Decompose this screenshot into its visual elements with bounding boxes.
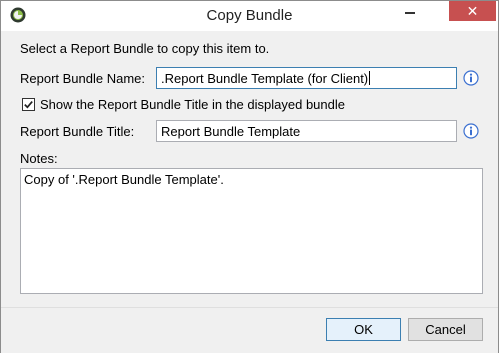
copy-bundle-dialog: Copy Bundle ✕ Select a Report Bundle to …: [0, 0, 499, 353]
bundle-title-field[interactable]: Report Bundle Template: [156, 120, 457, 142]
bundle-title-label: Report Bundle Title:: [20, 124, 135, 139]
bundle-name-label: Report Bundle Name:: [20, 71, 146, 86]
bundle-name-value: .Report Bundle Template (for Client): [161, 71, 369, 86]
checkmark-icon: [24, 101, 33, 109]
dialog-body: Select a Report Bundle to copy this item…: [1, 31, 498, 307]
bundle-name-field[interactable]: .Report Bundle Template (for Client): [156, 67, 457, 89]
show-title-checkbox[interactable]: [22, 98, 35, 111]
ok-button[interactable]: OK: [326, 318, 401, 341]
notes-label: Notes:: [20, 151, 58, 166]
title-bar: Copy Bundle ✕: [1, 1, 498, 31]
info-icon[interactable]: [463, 123, 479, 139]
show-title-label[interactable]: Show the Report Bundle Title in the disp…: [40, 97, 345, 112]
intro-text: Select a Report Bundle to copy this item…: [20, 41, 270, 56]
minimize-button[interactable]: [393, 1, 427, 23]
notes-textarea[interactable]: Copy of '.Report Bundle Template'.: [20, 168, 483, 294]
button-bar: OK Cancel: [1, 307, 498, 353]
info-icon[interactable]: [463, 70, 479, 86]
cancel-button[interactable]: Cancel: [408, 318, 483, 341]
close-button[interactable]: ✕: [449, 1, 496, 21]
text-caret: [369, 71, 371, 85]
